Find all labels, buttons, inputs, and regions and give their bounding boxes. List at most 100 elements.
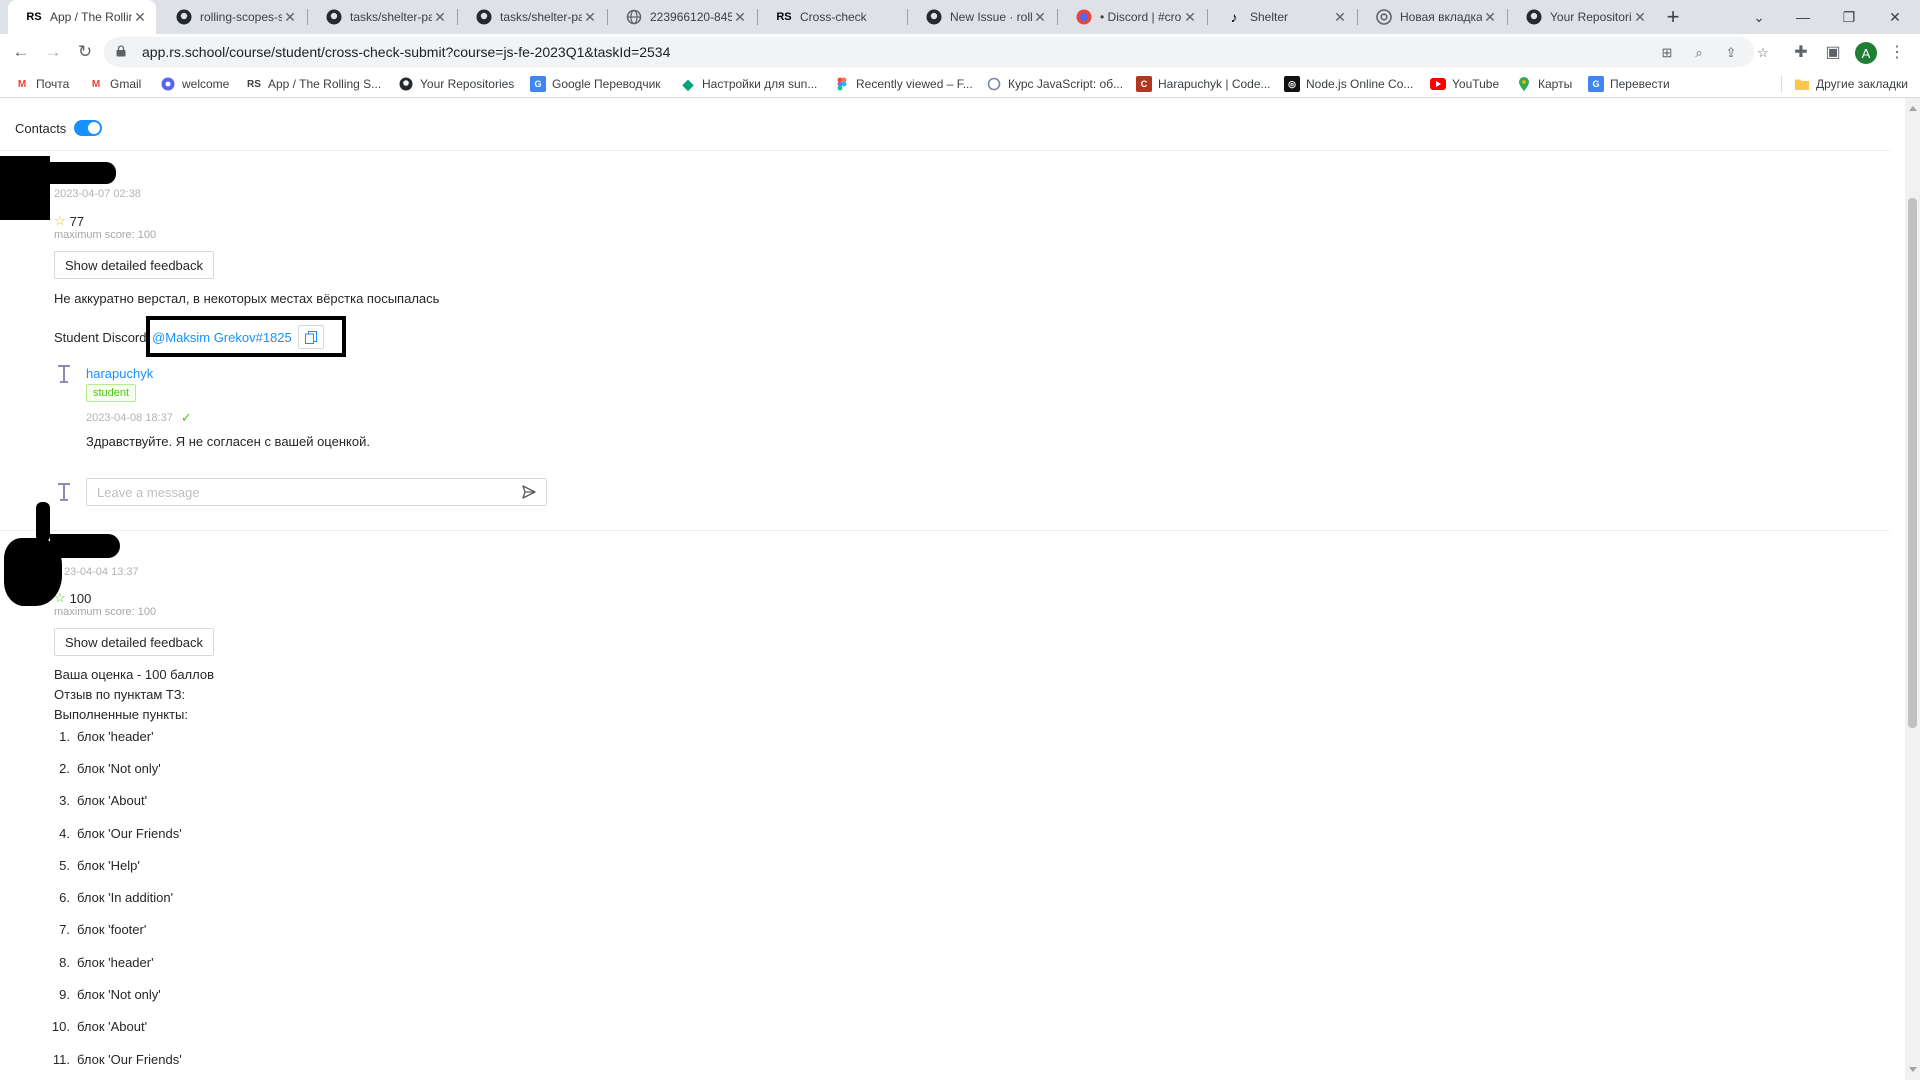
- close-tab-icon[interactable]: ✕: [432, 9, 448, 26]
- bookmark-js-course[interactable]: Курс JavaScript: об...: [986, 76, 1123, 92]
- list-item: 2. блок 'Not only': [59, 760, 161, 776]
- scrollbar-thumb[interactable]: [1908, 198, 1917, 728]
- tab-rolling-scopes-repo[interactable]: rolling-scopes-s ✕: [158, 0, 306, 34]
- tab-title: Your Repositorie: [1550, 10, 1632, 24]
- star-icon: ☆: [54, 213, 66, 228]
- minimize-button[interactable]: —: [1780, 0, 1826, 34]
- list-item-text: блок 'About': [77, 793, 148, 809]
- kebab-menu-icon: ⋮: [1889, 44, 1905, 61]
- list-item-text: блок 'Our Friends': [77, 825, 182, 841]
- tab-title: Shelter: [1250, 10, 1289, 24]
- bookmark-translate[interactable]: G Перевести: [1588, 76, 1670, 92]
- bookmark-youtube[interactable]: YouTube: [1430, 76, 1499, 92]
- tab-app-rolling-scopes[interactable]: RS App / The Rollin ✕: [8, 0, 156, 34]
- tab-shelter-repo-1[interactable]: tasks/shelter-pa ✕: [308, 0, 456, 34]
- contacts-switch[interactable]: [74, 120, 103, 136]
- close-tab-icon[interactable]: ✕: [582, 9, 598, 26]
- welcome-icon: [160, 76, 176, 92]
- side-panel-button[interactable]: ▣: [1820, 39, 1846, 65]
- bookmark-google-translate[interactable]: G Google Переводчик: [530, 76, 661, 92]
- side-panel-icon: ▣: [1825, 44, 1841, 61]
- address-bar[interactable]: app.rs.school/course/student/cross-check…: [104, 37, 1769, 67]
- tab-new-tab[interactable]: Новая вкладка ✕: [1358, 0, 1506, 34]
- tab-shelter[interactable]: ♪ Shelter ✕: [1208, 0, 1356, 34]
- back-button[interactable]: ←: [8, 39, 34, 65]
- bookmark-codewars[interactable]: C Harapuchyk | Code...: [1136, 76, 1271, 92]
- tab-title: 223966120-845: [650, 10, 732, 24]
- close-tab-icon[interactable]: ✕: [1182, 9, 1198, 26]
- comment-date-row: 2023-04-08 18:37 ✓: [86, 410, 192, 426]
- completed-items-list: 1. блок 'header' 2. блок 'Not only' 3. блок…: [44, 720, 182, 1075]
- tab-new-issue[interactable]: New Issue · rolli ✕: [908, 0, 1056, 34]
- message-input[interactable]: [86, 478, 547, 506]
- puzzle-icon: ✚: [1794, 44, 1808, 61]
- scroll-down-icon[interactable]: [1909, 1067, 1917, 1072]
- list-item-text: блок 'footer': [77, 922, 147, 938]
- bookmarks-bar: M Почта M Gmail welcome RS App / The Rollin…: [0, 70, 1920, 98]
- tab-shelter-repo-2[interactable]: tasks/shelter-pa ✕: [458, 0, 606, 34]
- tab-cross-check[interactable]: RS Cross-check: [758, 0, 906, 34]
- bookmark-your-repositories[interactable]: Your Repositories: [398, 76, 514, 92]
- list-item-text: блок 'Help': [77, 857, 140, 873]
- close-tab-icon[interactable]: ✕: [1032, 9, 1048, 26]
- tab-image[interactable]: 223966120-845 ✕: [608, 0, 756, 34]
- zoom-icon[interactable]: ⌕: [1690, 45, 1708, 61]
- github-icon: [1526, 9, 1542, 25]
- bookmark-welcome[interactable]: welcome: [160, 76, 229, 92]
- show-detailed-feedback-button[interactable]: Show detailed feedback: [54, 251, 214, 279]
- section-divider: [0, 530, 1890, 531]
- bookmark-pochta[interactable]: M Почта: [14, 76, 70, 92]
- close-window-button[interactable]: ✕: [1872, 0, 1918, 34]
- close-tab-icon[interactable]: ✕: [732, 9, 748, 26]
- bookmark-figma[interactable]: Recently viewed – F...: [834, 76, 973, 92]
- comment-author[interactable]: harapuchyk: [86, 366, 153, 381]
- bookmark-settings-sun[interactable]: ◆ Настройки для sun...: [680, 76, 818, 92]
- restore-icon: ❐: [1842, 8, 1856, 25]
- comment-text: Здравствуйте. Я не согласен с вашей оцен…: [86, 434, 370, 449]
- browser-toolbar: ← → ↻ app.rs.school/course/student/cross…: [0, 34, 1920, 70]
- figma-icon: [834, 76, 850, 92]
- bookmark-nodejs[interactable]: ◎ Node.js Online Co...: [1284, 76, 1413, 92]
- tab-title: App / The Rollin: [50, 10, 132, 24]
- translate-icon: G: [530, 76, 546, 92]
- close-tab-icon[interactable]: ✕: [1482, 9, 1498, 26]
- tab-discord[interactable]: • Discord | #cro ✕: [1058, 0, 1206, 34]
- list-item: 6. блок 'In addition': [59, 890, 174, 906]
- close-tab-icon[interactable]: ✕: [1632, 9, 1648, 26]
- close-tab-icon[interactable]: ✕: [282, 9, 298, 26]
- translate-page-icon[interactable]: ⊞: [1658, 45, 1676, 61]
- list-item-text: блок 'header': [77, 954, 154, 970]
- bookmark-rolling-scopes[interactable]: RS App / The Rolling S...: [246, 76, 381, 92]
- max-score: maximum score: 100: [54, 606, 157, 618]
- browser-menu-button[interactable]: ⋮: [1884, 39, 1910, 65]
- redacted-name: [40, 162, 116, 184]
- send-icon[interactable]: [522, 485, 536, 499]
- close-tab-icon[interactable]: ✕: [132, 9, 148, 26]
- list-item-text: блок 'About': [77, 1019, 148, 1035]
- reload-button[interactable]: ↻: [72, 39, 98, 65]
- redacted-scribble: [36, 502, 50, 542]
- tab-search-button[interactable]: ⌄: [1736, 0, 1782, 34]
- github-icon: [476, 9, 492, 25]
- forward-button[interactable]: →: [40, 39, 66, 65]
- other-bookmarks[interactable]: Другие закладки: [1794, 76, 1908, 92]
- gmail-icon: M: [91, 78, 101, 90]
- tab-title: rolling-scopes-s: [200, 10, 282, 24]
- bookmark-gmail[interactable]: M Gmail: [88, 76, 142, 92]
- bookmark-label: Node.js Online Co...: [1306, 77, 1414, 91]
- list-item-text: блок 'Our Friends': [77, 1051, 182, 1067]
- close-tab-icon[interactable]: ✕: [1332, 9, 1348, 26]
- bookmark-maps[interactable]: Карты: [1516, 76, 1572, 92]
- page-scrollbar[interactable]: [1905, 98, 1920, 1080]
- bookmark-star-icon[interactable]: ☆: [1754, 45, 1772, 61]
- list-item: 4. блок 'Our Friends': [59, 825, 182, 841]
- tab-your-repositories[interactable]: Your Repositorie ✕: [1508, 0, 1656, 34]
- profile-avatar[interactable]: A: [1855, 42, 1877, 64]
- share-icon[interactable]: ⇪: [1722, 45, 1740, 61]
- show-detailed-feedback-button[interactable]: Show detailed feedback: [54, 628, 214, 656]
- scroll-up-icon[interactable]: [1909, 106, 1917, 111]
- globe-icon: [626, 9, 642, 25]
- restore-button[interactable]: ❐: [1826, 0, 1872, 34]
- extensions-button[interactable]: ✚: [1788, 39, 1814, 65]
- new-tab-button[interactable]: +: [1660, 4, 1686, 30]
